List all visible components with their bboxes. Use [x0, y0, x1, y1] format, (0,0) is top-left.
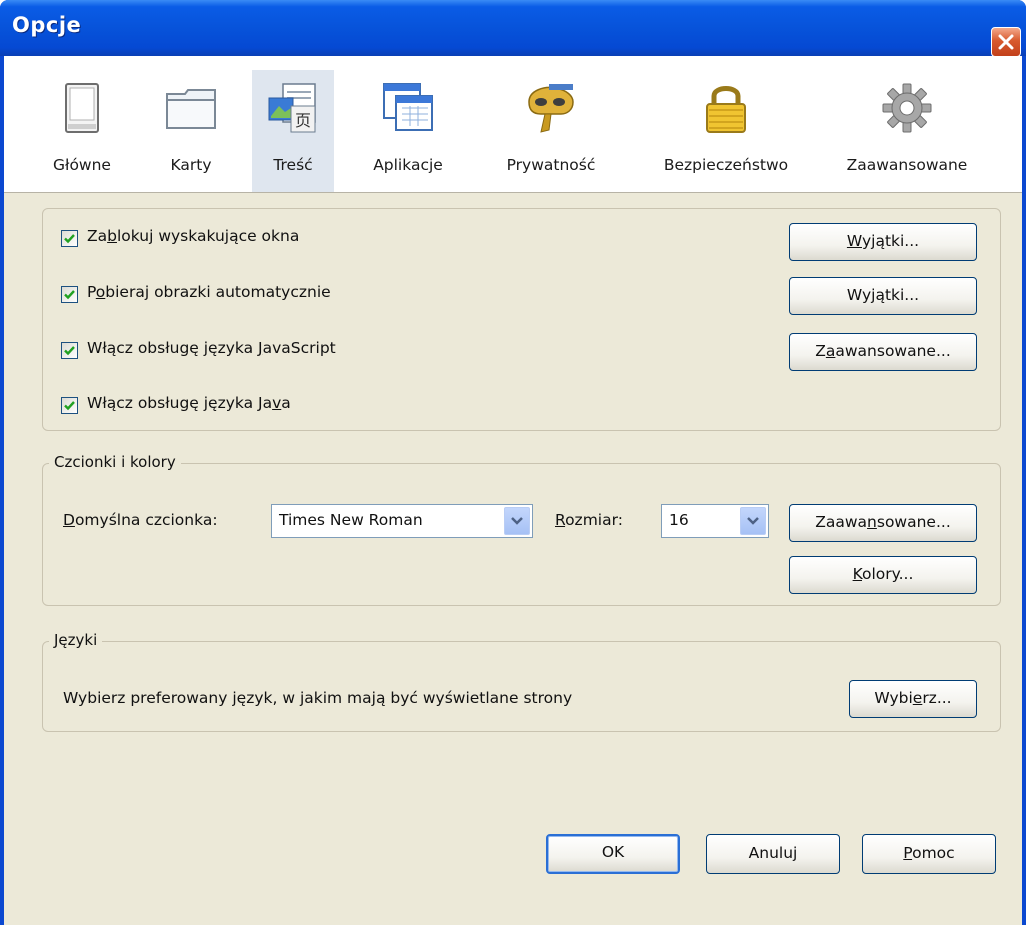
svg-text:页: 页 [295, 111, 311, 130]
content-icon: 页 [268, 83, 316, 133]
checkmark-icon [64, 401, 75, 411]
help-button[interactable]: Pomoc [862, 834, 996, 874]
applications-icon [383, 83, 433, 131]
font-size-value: 16 [669, 511, 689, 529]
gear-icon [882, 83, 932, 133]
checkmark-icon [64, 346, 75, 356]
font-size-select[interactable]: 16 [661, 504, 769, 538]
dropdown-button[interactable] [504, 507, 530, 535]
window-icon [65, 83, 99, 133]
fonts-colors-group: Czcionki i kolory Domyślna czcionka: Tim… [42, 453, 1001, 606]
languages-group: Języki Wybierz preferowany język, w jaki… [42, 631, 1001, 732]
dialog-body: Główne Karty 页 Treść Aplikacje Prywatnoś… [4, 56, 1022, 925]
javascript-checkbox[interactable] [61, 342, 78, 359]
choose-language-button[interactable]: Wybierz... [849, 680, 977, 718]
tabs-icon [166, 89, 216, 129]
popup-exceptions-button[interactable]: Wyjątki... [789, 223, 977, 261]
tab-label: Treść [273, 156, 313, 174]
title-bar[interactable]: Opcje [0, 0, 1026, 57]
java-checkbox[interactable] [61, 397, 78, 414]
tab-label: Bezpieczeństwo [663, 156, 789, 174]
load-images-label: Pobieraj obrazki automatycznie [87, 283, 331, 301]
cancel-button[interactable]: Anuluj [706, 834, 840, 874]
default-font-select[interactable]: Times New Roman [271, 504, 533, 538]
category-toolbar: Główne Karty 页 Treść Aplikacje Prywatnoś… [4, 56, 1022, 193]
default-font-value: Times New Roman [279, 511, 423, 529]
content-group: Zablokuj wyskakujące okna Pobieraj obraz… [42, 208, 1001, 431]
close-icon [998, 34, 1014, 50]
dropdown-button[interactable] [740, 507, 766, 535]
padlock-icon [706, 86, 746, 133]
chevron-down-icon [747, 517, 759, 525]
java-label: Włącz obsługę języka Java [87, 394, 291, 412]
javascript-label: Włącz obsługę języka JavaScript [87, 339, 336, 357]
tab-label: Karty [170, 156, 212, 174]
tab-label: Aplikacje [373, 156, 443, 174]
languages-description: Wybierz preferowany język, w jakim mają … [63, 689, 573, 707]
chevron-down-icon [511, 517, 523, 525]
checkmark-icon [64, 290, 75, 300]
tab-glowne[interactable]: Główne [38, 70, 126, 184]
ok-button[interactable]: OK [546, 834, 680, 874]
image-exceptions-button[interactable]: Wyjątki... [789, 277, 977, 315]
window-title: Opcje [12, 13, 82, 37]
block-popups-label: Zablokuj wyskakujące okna [87, 227, 300, 245]
colors-button[interactable]: Kolory... [789, 556, 977, 594]
tab-bezpieczenstwo[interactable]: Bezpieczeństwo [640, 70, 812, 184]
tab-karty[interactable]: Karty [154, 70, 228, 184]
block-popups-checkbox[interactable] [61, 230, 78, 247]
tab-label: Zaawansowane [846, 156, 968, 174]
options-window: Opcje Główne Karty 页 Treść Aplikacje Pry… [0, 0, 1026, 925]
load-images-checkbox[interactable] [61, 286, 78, 303]
languages-legend: Języki [49, 631, 103, 649]
tab-label: Prywatność [506, 156, 596, 174]
privacy-mask-icon [528, 84, 574, 133]
fonts-advanced-button[interactable]: Zaawansowane... [789, 504, 977, 542]
tab-prywatnosc[interactable]: Prywatność [482, 70, 620, 184]
tab-label: Główne [53, 156, 111, 174]
fonts-colors-legend: Czcionki i kolory [49, 453, 181, 471]
tab-tresc[interactable]: 页 Treść [252, 70, 334, 192]
checkmark-icon [64, 234, 75, 244]
tab-aplikacje[interactable]: Aplikacje [352, 70, 464, 184]
javascript-advanced-button[interactable]: Zaawansowane... [789, 333, 977, 371]
close-button[interactable] [991, 27, 1021, 57]
tab-zaawansowane[interactable]: Zaawansowane [830, 70, 984, 184]
default-font-label: Domyślna czcionka: [63, 511, 218, 529]
size-label: Rozmiar: [555, 511, 623, 529]
